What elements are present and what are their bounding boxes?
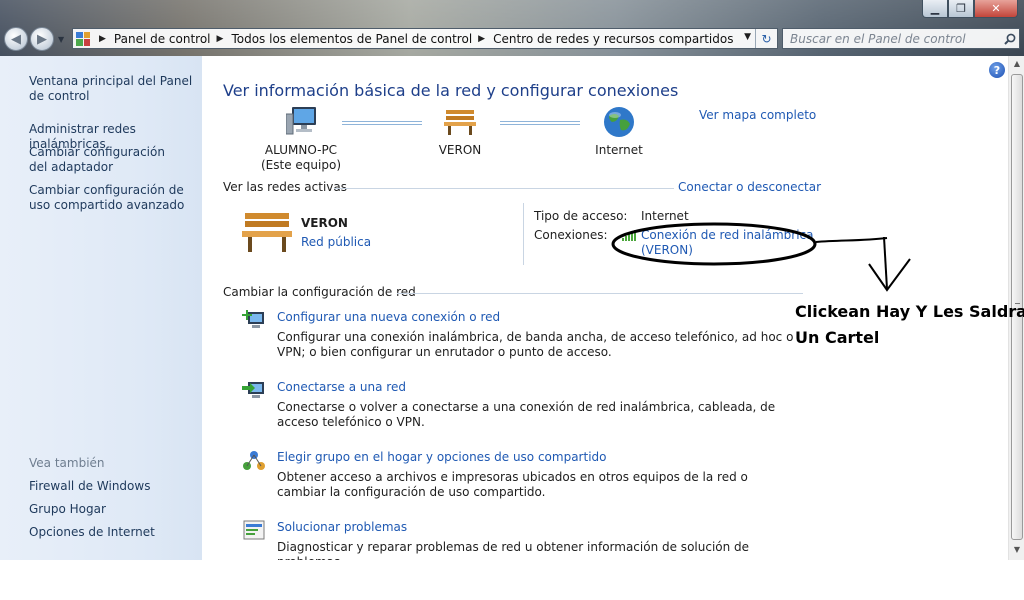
- map-connector: [342, 121, 422, 125]
- connections-label: Conexiones:: [534, 228, 608, 242]
- search-box[interactable]: Buscar en el Panel de control: [782, 28, 1020, 49]
- connect-disconnect-link[interactable]: Conectar o desconectar: [678, 180, 821, 194]
- sidebar-link-firewall[interactable]: Firewall de Windows: [29, 479, 197, 494]
- map-connector: [500, 121, 580, 125]
- address-dropdown-icon[interactable]: ▼: [744, 32, 751, 42]
- back-arrow-icon: ◀: [11, 31, 21, 47]
- bottom-area: [0, 560, 1024, 600]
- map-node-internet-name: Internet: [595, 143, 643, 157]
- address-bar[interactable]: ▶ Panel de control ▶ Todos los elementos…: [72, 28, 778, 49]
- sidebar-link-control-panel-home[interactable]: Ventana principal del Panel de control: [29, 74, 197, 104]
- sidebar-link-internet-options[interactable]: Opciones de Internet: [29, 525, 197, 540]
- breadcrumb-network-center[interactable]: Centro de redes y recursos compartidos: [493, 32, 733, 46]
- task-homegroup-link[interactable]: Elegir grupo en el hogar y opciones de u…: [277, 450, 607, 464]
- help-button[interactable]: ?: [989, 62, 1005, 78]
- wireless-connection-ssid[interactable]: (VERON): [641, 243, 814, 258]
- access-type-label: Tipo de acceso:: [534, 209, 628, 223]
- forward-arrow-icon: ▶: [37, 31, 47, 47]
- refresh-icon: ↻: [761, 31, 772, 46]
- search-input[interactable]: Buscar en el Panel de control: [783, 32, 1001, 46]
- section-divider: [397, 293, 803, 294]
- back-button[interactable]: ◀: [4, 27, 28, 51]
- task-setup-connection-link[interactable]: Configurar una nueva conexión o red: [277, 310, 500, 324]
- section-divider: [334, 188, 674, 189]
- wireless-connection-name[interactable]: Conexión de red inalámbrica: [641, 228, 814, 243]
- new-connection-icon: [242, 308, 266, 332]
- computer-icon: [285, 106, 320, 139]
- wireless-connection-link[interactable]: Conexión de red inalámbrica (VERON): [641, 228, 814, 258]
- column-divider: [523, 203, 524, 265]
- annotation-text-line1: Clickean Hay Y Les Saldra: [795, 302, 1024, 321]
- scroll-down-button[interactable]: ▼: [1011, 545, 1023, 557]
- access-type-value: Internet: [641, 209, 689, 223]
- view-full-map-link[interactable]: Ver mapa completo: [699, 108, 816, 122]
- scroll-up-button[interactable]: ▲: [1011, 59, 1023, 71]
- annotation-text-line2: Un Cartel: [795, 328, 880, 347]
- map-node-internet: Internet: [588, 143, 650, 158]
- breadcrumb-all-items[interactable]: Todos los elementos de Panel de control: [231, 32, 472, 46]
- window-controls: ▁ ❐ ✕: [922, 0, 1018, 18]
- bench-icon: [242, 211, 292, 256]
- breadcrumb-separator[interactable]: ▶: [217, 34, 224, 44]
- breadcrumb-separator[interactable]: ▶: [99, 34, 106, 44]
- sidebar-link-advanced-sharing[interactable]: Cambiar configuración de uso compartido …: [29, 183, 197, 213]
- minimize-button[interactable]: ▁: [922, 0, 948, 18]
- globe-icon: [603, 106, 635, 141]
- control-panel-icon: [76, 31, 90, 46]
- change-config-label: Cambiar la configuración de red: [223, 285, 416, 299]
- map-node-veron: VERON: [420, 143, 500, 158]
- task-setup-connection-desc: Configurar una conexión inalámbrica, de …: [277, 330, 794, 359]
- bench-icon: [444, 108, 476, 139]
- forward-button[interactable]: ▶: [30, 27, 54, 51]
- breadcrumb-control-panel[interactable]: Panel de control: [114, 32, 211, 46]
- navigation-buttons: ◀ ▶ ▼: [4, 27, 64, 51]
- see-also-heading: Vea también: [29, 456, 105, 470]
- refresh-button[interactable]: ↻: [755, 29, 777, 48]
- network-type-link[interactable]: Red pública: [301, 235, 371, 249]
- task-connect-network-link[interactable]: Conectarse a una red: [277, 380, 406, 394]
- homegroup-icon: [242, 449, 266, 473]
- wifi-signal-icon: [622, 229, 638, 244]
- map-node-this-pc-name: ALUMNO-PC: [264, 143, 338, 157]
- breadcrumb-separator[interactable]: ▶: [478, 34, 485, 44]
- search-icon[interactable]: [1001, 33, 1019, 45]
- network-name: VERON: [301, 216, 348, 230]
- task-troubleshoot-link[interactable]: Solucionar problemas: [277, 520, 407, 534]
- left-navigation-pane: Ventana principal del Panel de control A…: [0, 56, 202, 560]
- recent-pages-dropdown[interactable]: ▼: [58, 35, 64, 44]
- map-node-this-pc: ALUMNO-PC (Este equipo): [258, 143, 344, 173]
- close-button[interactable]: ✕: [974, 0, 1018, 18]
- maximize-button[interactable]: ❐: [948, 0, 974, 18]
- connect-network-icon: [242, 378, 266, 402]
- task-homegroup-desc: Obtener acceso a archivos e impresoras u…: [277, 470, 748, 499]
- active-networks-label: Ver las redes activas: [223, 180, 347, 194]
- task-connect-network-desc: Conectarse o volver a conectarse a una c…: [277, 400, 776, 429]
- map-node-veron-name: VERON: [438, 143, 482, 157]
- sidebar-link-homegroup[interactable]: Grupo Hogar: [29, 502, 197, 517]
- troubleshoot-icon: [242, 518, 266, 542]
- sidebar-link-adapter-settings[interactable]: Cambiar configuración del adaptador: [29, 145, 179, 175]
- help-icon: ?: [993, 63, 1001, 77]
- page-title: Ver información básica de la red y confi…: [223, 81, 679, 100]
- map-node-this-pc-sub: (Este equipo): [261, 158, 341, 172]
